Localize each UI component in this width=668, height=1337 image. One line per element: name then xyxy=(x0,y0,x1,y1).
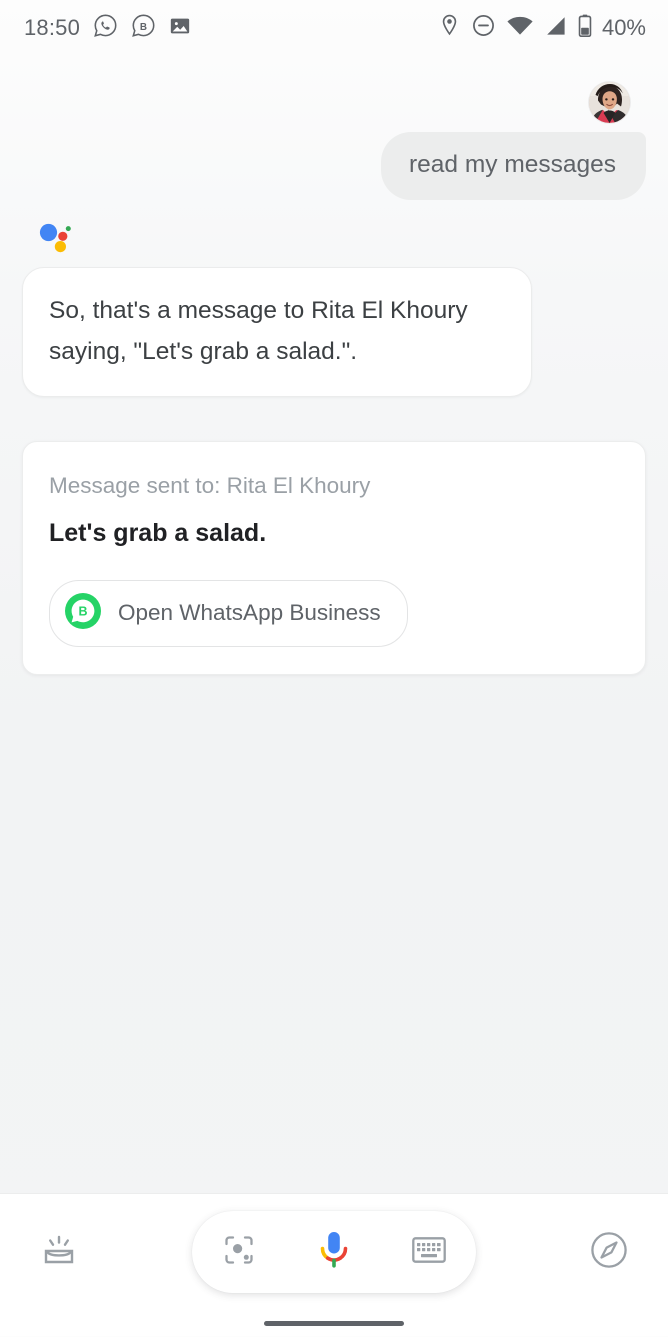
battery-icon xyxy=(578,14,592,42)
cellular-signal-icon xyxy=(545,16,566,41)
google-assistant-logo xyxy=(38,222,72,256)
user-message-bubble: read my messages xyxy=(381,132,646,200)
user-avatar-row xyxy=(22,82,646,123)
card-message-body: Let's grab a salad. xyxy=(49,519,267,548)
open-whatsapp-business-label: Open WhatsApp Business xyxy=(118,599,381,625)
status-clock: 18:50 xyxy=(24,15,81,40)
bottom-bar-row xyxy=(0,1194,668,1310)
status-bar-right: 40% xyxy=(439,14,646,42)
whatsapp-icon xyxy=(93,13,118,43)
keyboard-button[interactable] xyxy=(396,1219,462,1285)
assistant-response-text: So, that's a message to Rita El Khoury s… xyxy=(49,296,468,365)
svg-text:B: B xyxy=(78,604,87,618)
explore-compass-icon xyxy=(589,1230,629,1275)
svg-text:B: B xyxy=(140,22,147,33)
whatsapp-business-icon: B xyxy=(64,592,102,635)
message-sent-card: Message sent to: Rita El Khoury Let's gr… xyxy=(22,441,646,675)
home-indicator-area xyxy=(0,1310,668,1337)
screenshot-image-icon xyxy=(169,15,191,42)
status-bar: 18:50 B 40% xyxy=(0,0,668,56)
wifi-icon xyxy=(507,16,533,41)
card-recipient-label: Message sent to: Rita El Khoury xyxy=(49,473,371,499)
assistant-response-bubble: So, that's a message to Rita El Khoury s… xyxy=(22,266,532,398)
conversation-area: read my messages So, that's a message to… xyxy=(0,82,668,675)
whatsapp-business-icon: B xyxy=(131,13,156,43)
user-message-row: read my messages xyxy=(22,132,646,200)
snapshot-icon xyxy=(38,1229,80,1276)
bottom-bar xyxy=(0,1193,668,1336)
status-bar-left: 18:50 B xyxy=(24,13,191,43)
home-indicator[interactable] xyxy=(264,1321,404,1326)
battery-percent-label: 40% xyxy=(601,15,646,40)
snapshot-button[interactable] xyxy=(28,1229,90,1276)
keyboard-icon xyxy=(411,1236,446,1268)
assistant-input-pill xyxy=(192,1211,476,1293)
voice-mic-button[interactable] xyxy=(301,1219,367,1285)
explore-button[interactable] xyxy=(578,1230,640,1275)
google-mic-icon xyxy=(315,1228,353,1277)
do-not-disturb-icon xyxy=(472,14,495,42)
user-avatar-photo[interactable] xyxy=(589,82,630,123)
google-lens-icon xyxy=(221,1232,257,1273)
assistant-input-pill-wrap xyxy=(90,1211,578,1293)
google-lens-button[interactable] xyxy=(206,1219,272,1285)
location-pin-icon xyxy=(439,14,460,42)
open-whatsapp-business-button[interactable]: B Open WhatsApp Business xyxy=(49,579,408,647)
